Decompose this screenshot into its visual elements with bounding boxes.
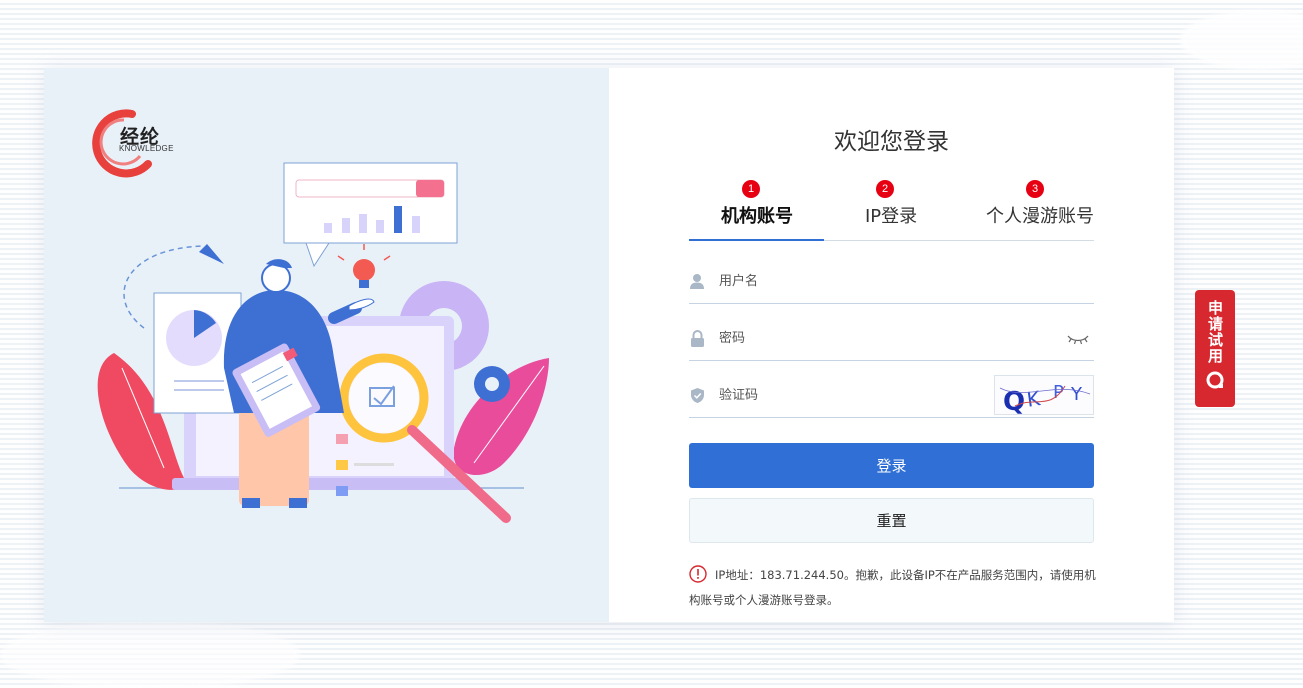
tab-label: IP登录 bbox=[865, 206, 918, 227]
captcha-field: Q K P Y bbox=[689, 374, 1094, 418]
captcha-char: Q bbox=[1003, 387, 1025, 414]
lock-icon bbox=[689, 329, 705, 348]
warning-icon bbox=[689, 565, 707, 583]
shield-check-icon bbox=[689, 387, 705, 405]
apply-trial-button[interactable]: 申请试用 bbox=[1195, 290, 1235, 407]
ip-notice-text: IP地址：183.71.244.50。抱歉，此设备IP不在产品服务范围内，请使用… bbox=[689, 568, 1096, 607]
captcha-char: Y bbox=[1070, 384, 1083, 405]
user-icon bbox=[689, 273, 705, 291]
eye-closed-icon[interactable] bbox=[1066, 332, 1090, 346]
background-cloud bbox=[0, 620, 300, 688]
tab-label: 机构账号 bbox=[721, 206, 793, 227]
background-cloud bbox=[1180, 10, 1303, 70]
logo-subtitle: KNOWLEDGE bbox=[119, 144, 174, 153]
username-input[interactable] bbox=[719, 260, 1094, 303]
illustration-panel: 经纶 KNOWLEDGE bbox=[44, 68, 609, 622]
page-title: 欢迎您登录 bbox=[834, 129, 949, 155]
username-field bbox=[689, 260, 1094, 304]
login-button[interactable]: 登录 bbox=[689, 443, 1094, 488]
trial-logo-icon bbox=[1206, 371, 1224, 389]
captcha-input[interactable] bbox=[719, 374, 994, 417]
tab-ip-login[interactable]: IP登录 bbox=[865, 202, 917, 228]
tab-badge: 3 bbox=[1026, 180, 1044, 198]
active-tab-indicator bbox=[689, 239, 824, 241]
apply-trial-label: 申请试用 bbox=[1206, 300, 1224, 364]
captcha-char: P bbox=[1053, 382, 1064, 403]
password-field bbox=[689, 317, 1094, 361]
password-input[interactable] bbox=[719, 317, 1066, 360]
reset-button[interactable]: 重置 bbox=[689, 498, 1094, 543]
captcha-image[interactable]: Q K P Y bbox=[994, 374, 1094, 417]
tab-label: 个人漫游账号 bbox=[986, 206, 1094, 227]
tab-institution-account[interactable]: 机构账号 bbox=[721, 202, 793, 228]
tab-personal-roaming[interactable]: 个人漫游账号 bbox=[986, 202, 1094, 228]
tab-badge: 1 bbox=[742, 180, 760, 198]
tab-badge: 2 bbox=[876, 180, 894, 198]
ip-notice: IP地址：183.71.244.50。抱歉，此设备IP不在产品服务范围内，请使用… bbox=[689, 563, 1099, 613]
